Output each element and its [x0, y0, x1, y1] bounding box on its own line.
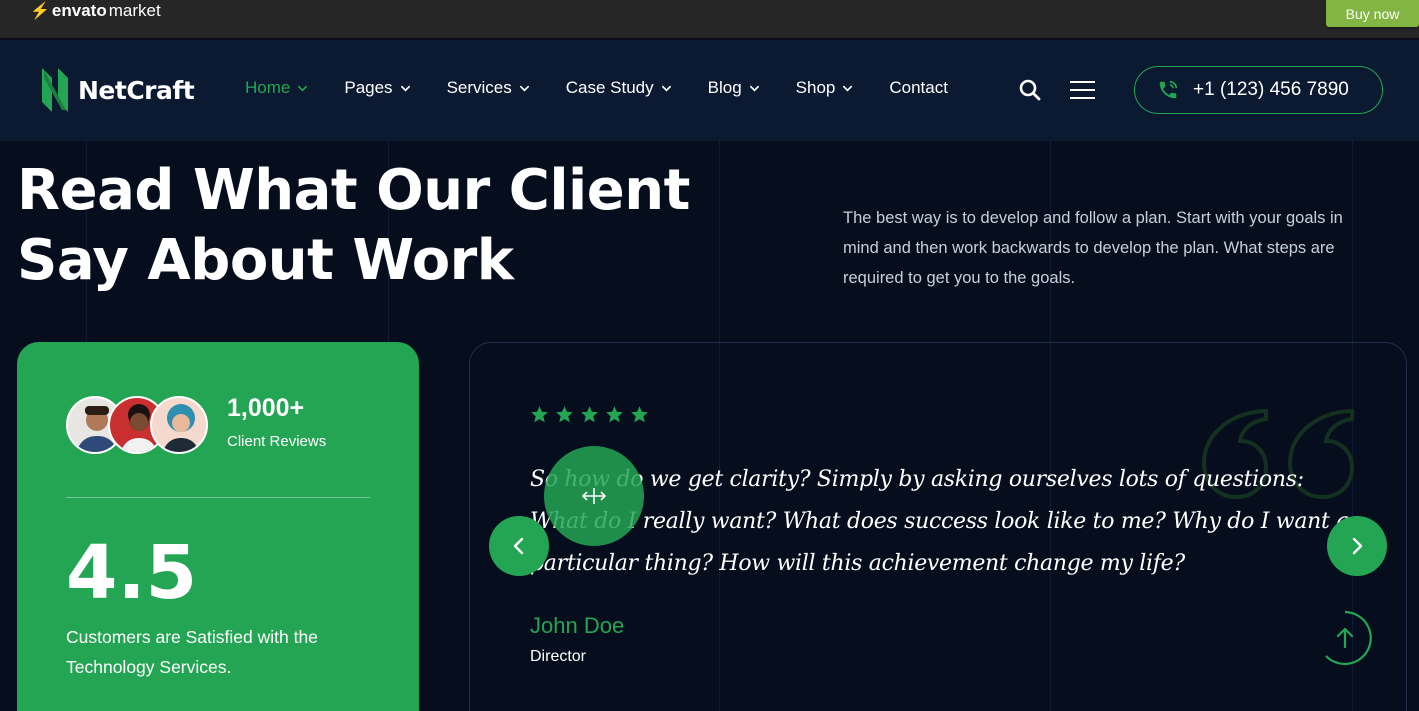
- stats-card: 1,000+ Client Reviews 4.5 Customers are …: [17, 342, 419, 711]
- nav-item-label: Blog: [707, 78, 742, 97]
- chevron-down-icon: [661, 85, 671, 92]
- rating-value: 4.5: [66, 530, 198, 616]
- nav-item-label: Contact: [889, 78, 948, 97]
- nav-item-label: Case Study: [565, 78, 654, 97]
- envato-logo-text: envato: [51, 1, 107, 20]
- chevron-down-icon: [843, 85, 853, 92]
- envato-bar: ⚡ envato market Buy now: [0, 0, 1419, 39]
- site-header: NetCraft Home Pages Services Case Study Blog…: [0, 40, 1419, 141]
- envato-leaf-icon: ⚡: [30, 3, 50, 20]
- star-icon: [606, 406, 623, 423]
- author-name: John Doe: [530, 613, 625, 638]
- nav-item-case-study[interactable]: Case Study: [566, 78, 672, 98]
- avatar-group: [66, 396, 211, 456]
- envato-logo-suffix: market: [108, 1, 161, 20]
- reviews-label: Client Reviews: [227, 433, 327, 450]
- nav-item-label: Home: [245, 78, 291, 97]
- star-icon: [581, 406, 598, 423]
- prev-slide-button[interactable]: [489, 516, 549, 576]
- main-nav: Home Pages Services Case Study Blog Shop Conta…: [245, 78, 984, 98]
- section-title-line2: Say About Work: [17, 228, 514, 293]
- nav-item-label: Pages: [344, 78, 393, 97]
- nav-item-pages[interactable]: Pages: [344, 78, 410, 98]
- phone-number: +1 (123) 456 7890: [1193, 79, 1349, 100]
- avatar: [150, 396, 208, 454]
- star-icon: [556, 406, 573, 423]
- drag-arrows-icon: [581, 488, 607, 504]
- nav-item-contact[interactable]: Contact: [889, 78, 948, 98]
- drag-cursor-handle[interactable]: [544, 446, 644, 546]
- card-divider: [66, 497, 370, 498]
- section-title-line1: Read What Our Client: [17, 158, 690, 223]
- chevron-right-icon: [1352, 537, 1363, 555]
- phone-icon: [1159, 80, 1178, 99]
- section-title: Read What Our Client Say About Work: [17, 156, 717, 296]
- section-description: The best way is to develop and follow a …: [843, 209, 1343, 287]
- chevron-down-icon: [400, 85, 410, 92]
- nav-item-home[interactable]: Home: [245, 78, 308, 98]
- chevron-down-icon: [298, 85, 308, 92]
- reviews-count: 1,000+: [227, 394, 305, 422]
- nav-item-label: Services: [446, 78, 512, 97]
- buy-now-button[interactable]: Buy now: [1326, 0, 1419, 27]
- brand-name: NetCraft: [78, 75, 195, 105]
- star-icon: [631, 406, 648, 423]
- scroll-to-top-button[interactable]: [1316, 609, 1374, 667]
- chevron-down-icon: [519, 85, 529, 92]
- author-role: Director: [530, 648, 587, 665]
- testimonial-quote: So how do we get clarity? Simply by aski…: [530, 467, 1350, 576]
- phone-button[interactable]: +1 (123) 456 7890: [1134, 66, 1383, 114]
- chevron-left-icon: [513, 537, 524, 555]
- nav-item-blog[interactable]: Blog: [708, 78, 760, 98]
- chevron-down-icon: [749, 85, 759, 92]
- star-rating: [530, 405, 649, 424]
- rating-description: Customers are Satisfied with the Technol…: [66, 627, 318, 677]
- search-icon[interactable]: [1018, 78, 1042, 102]
- envato-logo[interactable]: ⚡ envato market: [30, 0, 161, 22]
- nav-item-label: Shop: [795, 78, 836, 97]
- nav-item-shop[interactable]: Shop: [796, 78, 854, 98]
- netcraft-logo-icon: [42, 68, 68, 112]
- star-icon: [531, 406, 548, 423]
- brand-logo[interactable]: NetCraft: [40, 68, 195, 112]
- hamburger-menu-icon[interactable]: [1070, 81, 1095, 99]
- next-slide-button[interactable]: [1327, 516, 1387, 576]
- nav-item-services[interactable]: Services: [447, 78, 530, 98]
